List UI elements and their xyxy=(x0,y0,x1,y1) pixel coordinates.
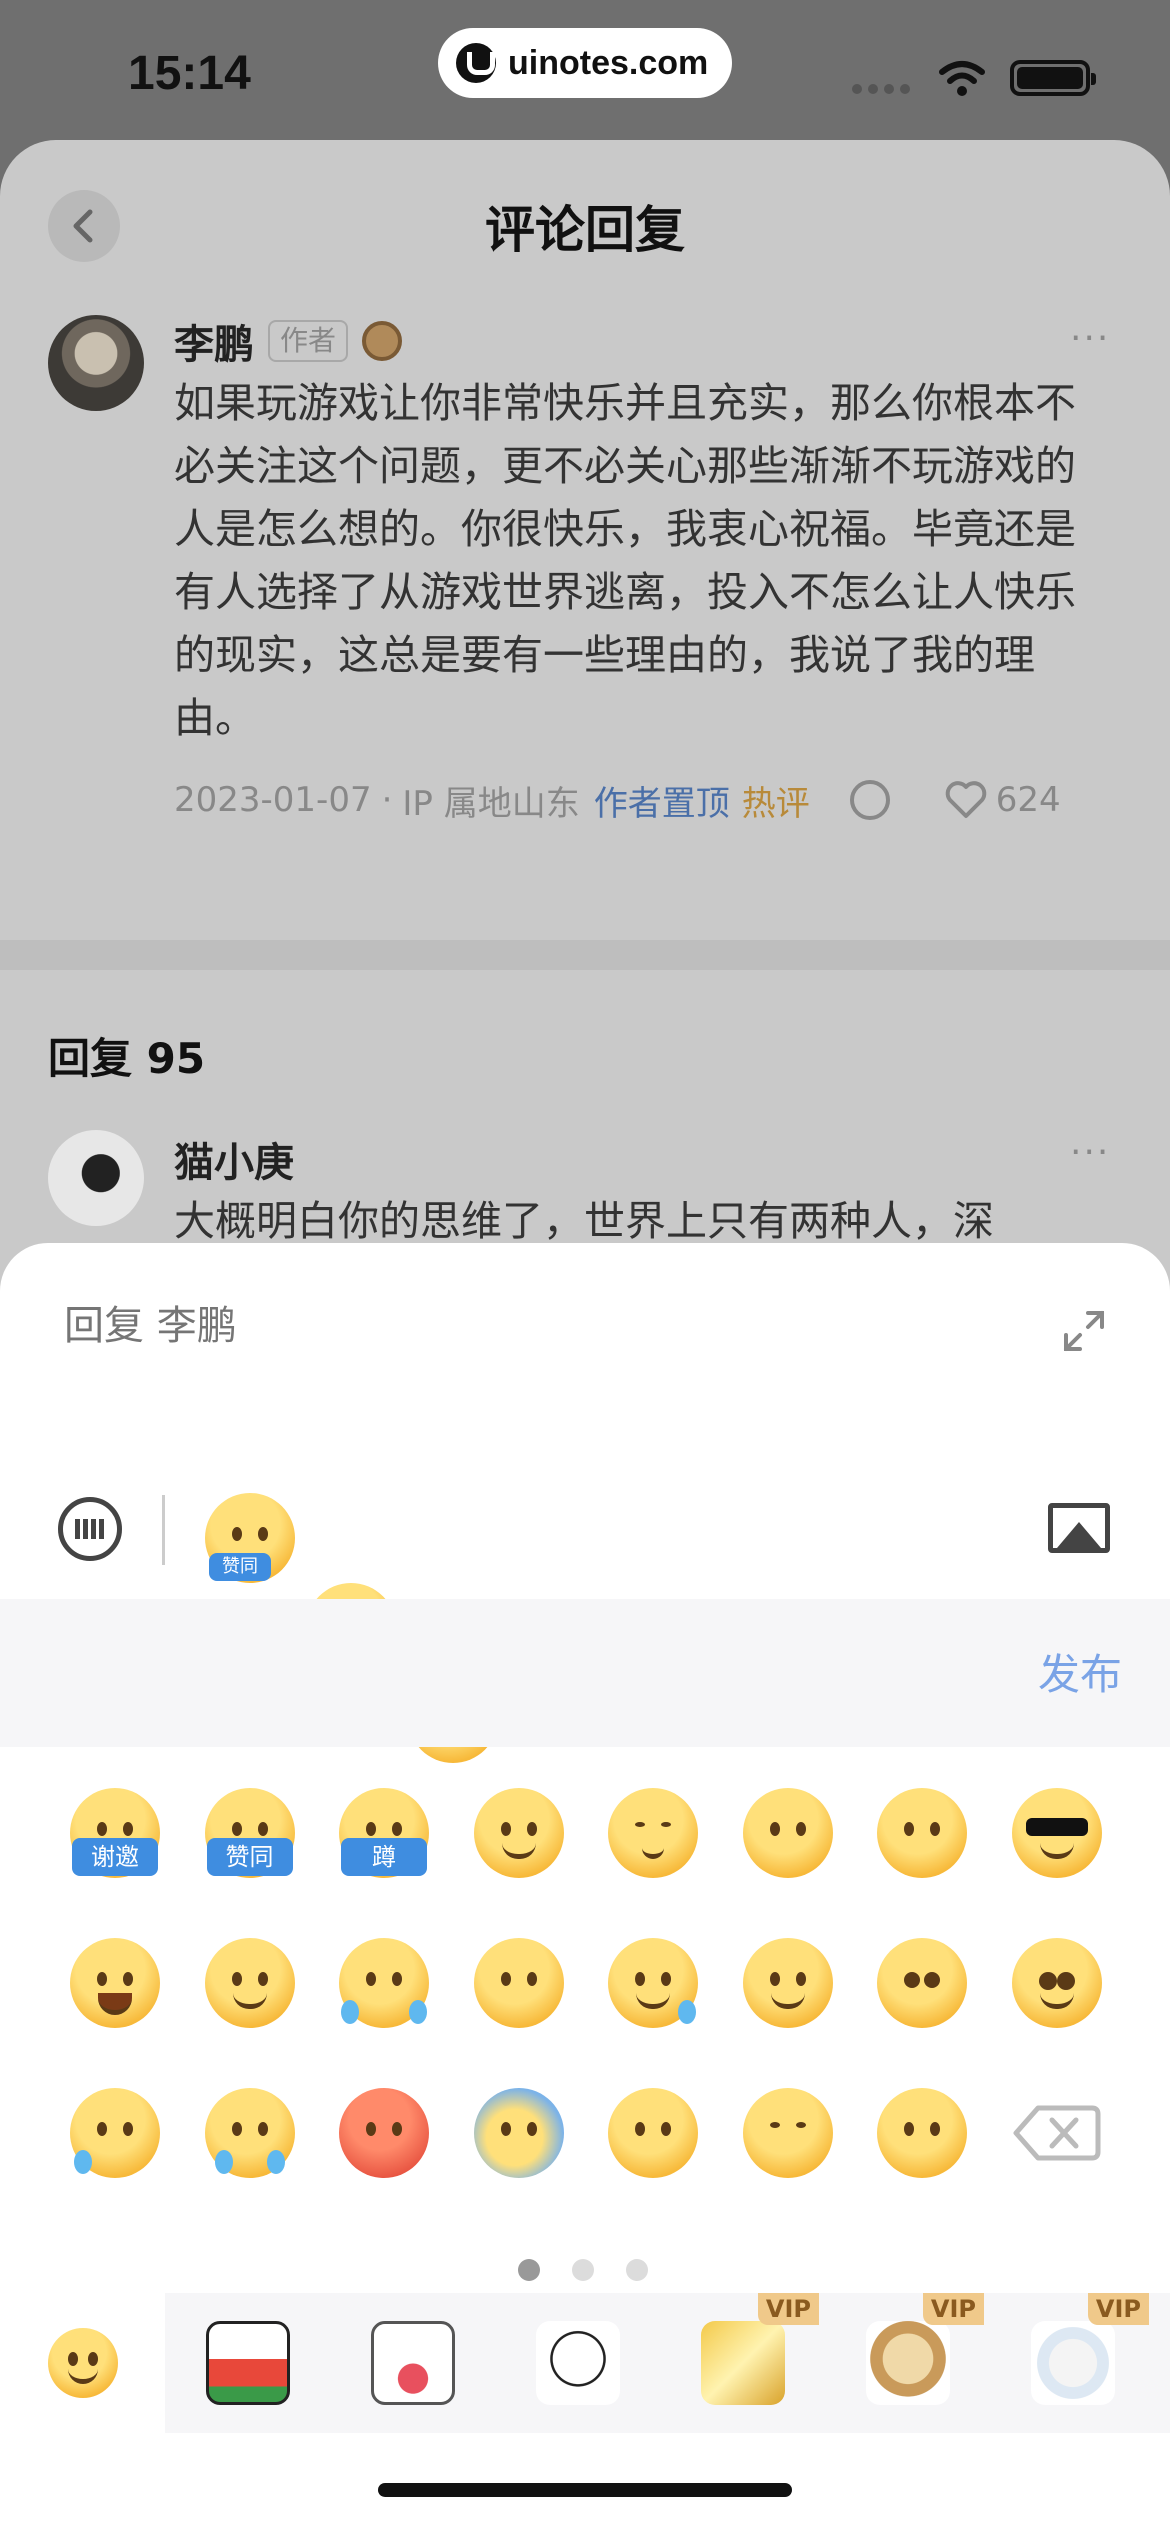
battery-icon xyxy=(1010,60,1096,96)
page-title: 评论回复 xyxy=(485,201,685,259)
pinned-label: 作者置顶 xyxy=(593,783,730,824)
reply-user-name[interactable]: 猫小庚 xyxy=(174,1130,294,1188)
url-text: uinotes.com xyxy=(508,43,709,82)
status-bar: 15:14 uinotes.com xyxy=(0,0,1170,140)
wifi-icon xyxy=(939,61,985,96)
vip-badge: VIP xyxy=(757,2293,819,2325)
keyboard-icon[interactable] xyxy=(58,1497,122,1561)
reply-bubble-icon[interactable] xyxy=(849,780,890,820)
sticker-tab-watermelon-cow[interactable] xyxy=(165,2293,330,2433)
emoji-angry[interactable] xyxy=(339,2088,429,2178)
page-dot[interactable] xyxy=(626,2259,648,2281)
sticker-tab-bear[interactable]: VIP xyxy=(990,2293,1155,2433)
emoji-thinking[interactable] xyxy=(877,1788,967,1878)
sticker-tab-cat-heart[interactable] xyxy=(330,2293,495,2433)
emoji-laugh-cry[interactable] xyxy=(339,1938,429,2028)
comment-more-button[interactable]: ··· xyxy=(1070,318,1110,359)
comment-author-row: 李鹏 作者 xyxy=(174,312,403,370)
uinotes-logo-icon xyxy=(456,43,496,83)
compose-toolbar: 赞同 xyxy=(0,1473,1170,1763)
reply-user-avatar[interactable] xyxy=(48,1130,144,1226)
comment-meta: 2023-01-07 · IP 属地山东 作者置顶 热评 624 xyxy=(174,775,1124,825)
hot-label: 热评 xyxy=(741,783,810,824)
emoji-thanks-invite[interactable]: 谢邀 xyxy=(70,1788,160,1878)
sticker-tab-emoji[interactable] xyxy=(0,2293,165,2433)
publish-button[interactable]: 发布 xyxy=(1038,1641,1122,1702)
cat-heart-sticker-icon xyxy=(370,2321,455,2405)
vip-badge: VIP xyxy=(922,2293,984,2325)
reply-input[interactable] xyxy=(64,1303,964,1349)
comment-location: IP 属地山东 xyxy=(402,783,580,824)
watermelon-cow-sticker-icon xyxy=(205,2321,290,2405)
user-level-badge-icon xyxy=(362,321,403,361)
emoji-content[interactable] xyxy=(608,1788,698,1878)
author-name[interactable]: 李鹏 xyxy=(174,312,254,370)
emoji-sad-tear[interactable] xyxy=(70,2088,160,2178)
reply-compose-panel: 赞同 发布 谢邀 赞同 蹲 xyxy=(0,1243,1170,2532)
cellular-signal-icon xyxy=(852,84,910,94)
toolbar-divider xyxy=(162,1495,165,1565)
status-time: 15:14 xyxy=(128,47,251,100)
emoji-shocked[interactable] xyxy=(473,2088,564,2178)
vip-badge: VIP xyxy=(1087,2293,1149,2325)
home-indicator xyxy=(378,2483,792,2497)
reply-count-heading: 回复 95 xyxy=(48,1034,206,1083)
quick-emoji-agree[interactable]: 赞同 xyxy=(205,1493,295,1583)
meta-separator: · xyxy=(381,780,393,820)
emoji-cool-sunglasses[interactable] xyxy=(1011,1788,1102,1878)
white-bear-sticker-icon xyxy=(1030,2321,1115,2405)
shiba-phone-sticker-icon xyxy=(865,2321,950,2405)
like-button[interactable]: 624 xyxy=(944,780,1061,820)
backspace-icon[interactable] xyxy=(1012,2088,1102,2178)
section-divider xyxy=(0,940,1170,970)
page-dot[interactable] xyxy=(518,2259,540,2281)
sticker-tab-bar: VIP VIP VIP xyxy=(0,2293,1170,2433)
emoji-wink-heart[interactable] xyxy=(473,1788,564,1878)
emoji-peace[interactable] xyxy=(742,1938,833,2028)
emoji-blank-stare[interactable] xyxy=(877,2088,967,2178)
publish-row: 发布 xyxy=(0,1599,1170,1747)
emoji-grin[interactable] xyxy=(70,1938,160,2028)
page-indicator xyxy=(518,2259,648,2281)
page-dot[interactable] xyxy=(572,2259,594,2281)
gold-sparkle-sticker-icon xyxy=(700,2321,785,2405)
emoji-excited[interactable] xyxy=(1011,1938,1102,2028)
emoji-pleading[interactable] xyxy=(608,2088,698,2178)
ghost-bowtie-sticker-icon xyxy=(535,2321,620,2405)
emoji-smile[interactable] xyxy=(204,1938,295,2028)
like-count: 624 xyxy=(995,780,1061,820)
sticker-tab-gold[interactable]: VIP xyxy=(660,2293,825,2433)
author-avatar[interactable] xyxy=(48,315,144,411)
expand-icon[interactable] xyxy=(1060,1307,1108,1355)
quick-emoji-label: 赞同 xyxy=(209,1553,271,1581)
image-icon[interactable] xyxy=(1048,1503,1110,1553)
sticker-tab-ghost[interactable] xyxy=(495,2293,660,2433)
emoji-crying[interactable] xyxy=(204,2088,295,2178)
emoji-shy[interactable] xyxy=(877,1938,967,2028)
author-tag: 作者 xyxy=(268,320,349,362)
url-pill[interactable]: uinotes.com xyxy=(438,28,732,98)
smile-emoji-icon xyxy=(47,2328,118,2398)
emoji-grid: 谢邀 赞同 蹲 xyxy=(70,1788,1130,2178)
heart-icon xyxy=(945,781,987,818)
comment-text: 如果玩游戏让你非常快乐并且充实，那么你根本不必关注这个问题，更不必关心那些渐渐不… xyxy=(174,379,1076,742)
emoji-tired[interactable] xyxy=(742,2088,833,2178)
sticker-tab-shiba[interactable]: VIP xyxy=(825,2293,990,2433)
emoji-agree[interactable]: 赞同 xyxy=(204,1788,295,1878)
emoji-rofl[interactable] xyxy=(608,1938,698,2028)
reply-more-button[interactable]: ··· xyxy=(1070,1132,1110,1173)
comment-date: 2023-01-07 xyxy=(174,780,372,820)
emoji-cover-mouth[interactable] xyxy=(473,1938,564,2028)
emoji-squat[interactable]: 蹲 xyxy=(339,1788,429,1878)
emoji-curious[interactable] xyxy=(742,1788,833,1878)
